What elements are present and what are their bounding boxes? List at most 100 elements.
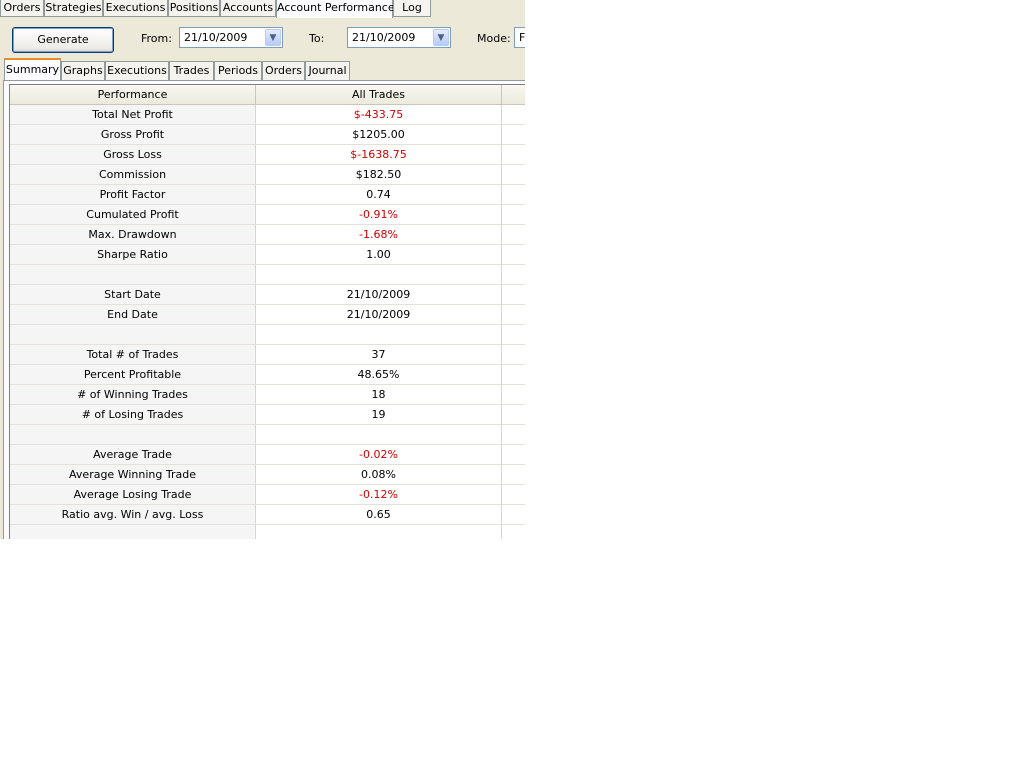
tab-report-executions[interactable]: Executions — [105, 61, 169, 80]
table-row[interactable]: Average Trade -0.02% — [10, 445, 525, 465]
metric-label: Gross Loss — [10, 145, 256, 165]
extra-cell — [502, 325, 525, 345]
table-row[interactable]: Percent Profitable 48.65% — [10, 365, 525, 385]
metric-value — [256, 525, 502, 539]
grid-header: Performance All Trades — [10, 85, 525, 105]
performance-grid[interactable]: Performance All Trades Total Net Profit $… — [9, 84, 525, 539]
extra-cell — [502, 405, 525, 425]
table-row[interactable] — [10, 325, 525, 345]
extra-cell — [502, 485, 525, 505]
metric-value: $182.50 — [256, 165, 502, 185]
extra-cell — [502, 145, 525, 165]
column-header-all-trades[interactable]: All Trades — [256, 85, 502, 105]
extra-cell — [502, 505, 525, 525]
extra-cell — [502, 165, 525, 185]
table-row[interactable]: # of Winning Trades 18 — [10, 385, 525, 405]
table-row[interactable] — [10, 425, 525, 445]
tab-executions[interactable]: Executions — [103, 0, 168, 17]
metric-value: 18 — [256, 385, 502, 405]
from-label: From: — [141, 32, 172, 45]
table-row[interactable]: Ratio avg. Win / avg. Loss 0.65 — [10, 505, 525, 525]
tab-periods[interactable]: Periods — [214, 61, 262, 80]
metric-label: Gross Profit — [10, 125, 256, 145]
table-row[interactable]: Commission $182.50 — [10, 165, 525, 185]
extra-cell — [502, 425, 525, 445]
tab-summary[interactable]: Summary — [4, 58, 61, 80]
from-date-value: 21/10/2009 — [184, 31, 248, 44]
metric-label — [10, 425, 256, 445]
table-row[interactable]: Max. Drawdown -1.68% — [10, 225, 525, 245]
metric-label — [10, 325, 256, 345]
table-row[interactable]: Gross Profit $1205.00 — [10, 125, 525, 145]
extra-cell — [502, 225, 525, 245]
extra-cell — [502, 205, 525, 225]
chevron-down-icon[interactable]: ▼ — [265, 29, 281, 46]
tab-account-performance[interactable]: Account Performance — [276, 0, 395, 18]
table-row[interactable] — [10, 265, 525, 285]
metric-value: 37 — [256, 345, 502, 365]
table-row[interactable]: Profit Factor 0.74 — [10, 185, 525, 205]
extra-cell — [502, 385, 525, 405]
tab-journal[interactable]: Journal — [305, 61, 350, 80]
tab-log[interactable]: Log — [393, 0, 431, 17]
tab-accounts[interactable]: Accounts — [220, 0, 276, 17]
account-performance-window: Orders Strategies Executions Positions A… — [0, 0, 525, 539]
extra-cell — [502, 185, 525, 205]
report-tab-strip: Summary Graphs Executions Trades Periods… — [0, 58, 525, 80]
tab-positions[interactable]: Positions — [168, 0, 220, 17]
metric-value: $-1638.75 — [256, 145, 502, 165]
to-date-combo[interactable]: 21/10/2009 ▼ — [347, 27, 451, 48]
metric-value: $1205.00 — [256, 125, 502, 145]
metric-value — [256, 265, 502, 285]
table-row[interactable]: # of Losing Trades 19 — [10, 405, 525, 425]
metric-value: -1.68% — [256, 225, 502, 245]
extra-cell — [502, 245, 525, 265]
table-row[interactable]: End Date 21/10/2009 — [10, 305, 525, 325]
metric-label: Cumulated Profit — [10, 205, 256, 225]
tab-trades[interactable]: Trades — [169, 61, 214, 80]
extra-cell — [502, 365, 525, 385]
mode-label: Mode: — [477, 32, 511, 45]
metric-label: # of Losing Trades — [10, 405, 256, 425]
from-date-combo[interactable]: 21/10/2009 ▼ — [179, 27, 283, 48]
extra-cell — [502, 305, 525, 325]
extra-cell — [502, 525, 525, 539]
table-row[interactable]: Start Date 21/10/2009 — [10, 285, 525, 305]
column-header-extra — [502, 85, 525, 105]
metric-label: Total Net Profit — [10, 105, 256, 125]
metric-label: Percent Profitable — [10, 365, 256, 385]
table-row[interactable]: Sharpe Ratio 1.00 — [10, 245, 525, 265]
table-row[interactable] — [10, 525, 525, 539]
metric-value — [256, 425, 502, 445]
to-date-value: 21/10/2009 — [352, 31, 416, 44]
metric-value: 1.00 — [256, 245, 502, 265]
metric-value: 21/10/2009 — [256, 285, 502, 305]
column-header-performance[interactable]: Performance — [10, 85, 256, 105]
generate-button[interactable]: Generate — [12, 27, 114, 53]
table-row[interactable]: Average Winning Trade 0.08% — [10, 465, 525, 485]
metric-label: # of Winning Trades — [10, 385, 256, 405]
metric-label: Average Trade — [10, 445, 256, 465]
metric-value: 0.65 — [256, 505, 502, 525]
mode-value: F — [519, 31, 525, 44]
metric-value: -0.02% — [256, 445, 502, 465]
table-row[interactable]: Total Net Profit $-433.75 — [10, 105, 525, 125]
table-row[interactable]: Gross Loss $-1638.75 — [10, 145, 525, 165]
chevron-down-icon[interactable]: ▼ — [433, 29, 449, 46]
table-row[interactable]: Average Losing Trade -0.12% — [10, 485, 525, 505]
tab-orders[interactable]: Orders — [0, 0, 44, 17]
extra-cell — [502, 445, 525, 465]
tab-report-orders[interactable]: Orders — [262, 61, 305, 80]
metric-label: Profit Factor — [10, 185, 256, 205]
extra-cell — [502, 285, 525, 305]
mode-combo[interactable]: F — [514, 27, 525, 48]
tab-strategies[interactable]: Strategies — [44, 0, 103, 17]
metric-value: 48.65% — [256, 365, 502, 385]
metric-value: 0.74 — [256, 185, 502, 205]
table-row[interactable]: Cumulated Profit -0.91% — [10, 205, 525, 225]
metric-value: 0.08% — [256, 465, 502, 485]
tab-graphs[interactable]: Graphs — [61, 61, 105, 80]
metric-value: 21/10/2009 — [256, 305, 502, 325]
table-row[interactable]: Total # of Trades 37 — [10, 345, 525, 365]
metric-label: Ratio avg. Win / avg. Loss — [10, 505, 256, 525]
